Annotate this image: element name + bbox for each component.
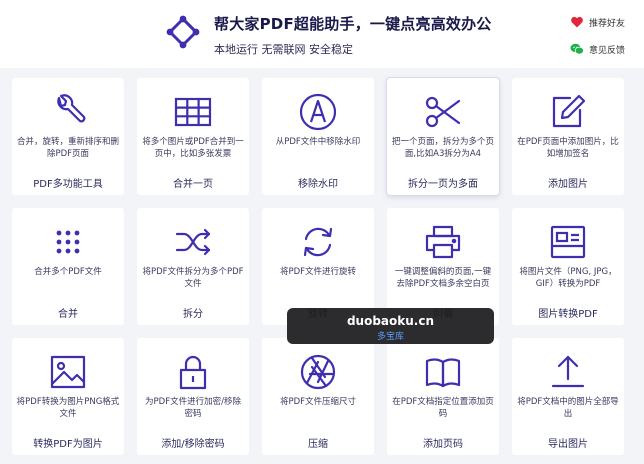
image-card-icon — [550, 225, 586, 259]
lock-icon — [179, 355, 207, 390]
feedback-label: 意见反馈 — [589, 45, 626, 56]
watermark-label: 多宝库 — [376, 332, 404, 342]
tool-grid: 合并，旋转，重新排序和删除PDF页面 PDF多功能工具 将多个图片或PDF合并到… — [12, 78, 624, 455]
app-subtitle: 本地运行 无需联网 安全稳定 — [214, 43, 353, 56]
tool-desc: 合并多个PDF文件 — [34, 267, 102, 277]
dots-grid-icon — [56, 230, 80, 254]
watermark-domain: duobaoku.cn — [346, 314, 435, 328]
aperture-icon — [300, 354, 336, 390]
feedback-button[interactable]: 意见反馈 — [570, 42, 625, 56]
tool-name: 添加图片 — [548, 179, 588, 190]
scissors-icon — [425, 96, 461, 128]
tool-desc: 在PDF页面中添加图片，比如增加签名 — [517, 137, 619, 159]
tool-desc: 合并，旋转，重新排序和删除PDF页面 — [16, 137, 119, 159]
tool-desc: 将PDF文档中的图片全部导出 — [517, 397, 619, 419]
tool-name: 合并 — [58, 309, 78, 320]
tool-card-image-to-pdf[interactable]: 将图片文件（PNG, JPG，GIF）转换为PDF 图片转换PDF — [512, 208, 624, 325]
recommend-friend-button[interactable]: 推荐好友 — [570, 15, 625, 29]
tool-name: 添加页码 — [423, 439, 463, 450]
tool-name: 导出图片 — [548, 439, 588, 450]
tool-desc: 将图片文件（PNG, JPG，GIF）转换为PDF — [519, 267, 617, 289]
remove-watermark-icon — [299, 93, 337, 131]
tool-card-password[interactable]: 为PDF文件进行加密/移除密码 添加/移除密码 — [137, 338, 249, 455]
tool-desc: 在PDF文档指定位置添加页码 — [392, 397, 494, 419]
tool-desc: 一键调整偏斜的页面,一键去除PDF文档多余空白页 — [394, 267, 492, 289]
tool-name: 合并一页 — [173, 179, 213, 190]
tool-card-merge[interactable]: 合并多个PDF文件 合并 — [12, 208, 124, 325]
edit-pen-icon — [552, 94, 586, 128]
tool-desc: 将PDF转换为图片PNG格式文件 — [16, 397, 120, 419]
tool-desc: 把一个页面，拆分为多个页面,比如A3拆分为A4 — [391, 137, 494, 159]
tool-name: 拆分一页为多面 — [408, 179, 478, 190]
watermark-overlay: duobaoku.cn 多宝库 — [287, 308, 494, 344]
open-book-icon — [425, 358, 461, 388]
tool-card-remove-watermark[interactable]: 从PDF文件中移除水印 移除水印 — [262, 78, 374, 195]
tool-name: 压缩 — [308, 439, 328, 450]
grid-table-icon — [174, 97, 212, 127]
tool-card-add-image[interactable]: 在PDF页面中添加图片，比如增加签名 添加图片 — [512, 78, 624, 195]
wechat-icon — [570, 43, 584, 55]
upload-arrow-icon — [551, 355, 585, 388]
tool-desc: 将PDF文件进行旋转 — [279, 267, 357, 277]
tool-name: PDF多功能工具 — [33, 179, 103, 190]
wrench-icon — [57, 94, 86, 123]
tool-name: 拆分 — [183, 309, 203, 320]
tool-card-export-images[interactable]: 将PDF文档中的图片全部导出 导出图片 — [512, 338, 624, 455]
network-diamond-icon — [166, 15, 200, 49]
tool-desc: 为PDF文件进行加密/移除密码 — [145, 397, 241, 419]
tool-name: 转换PDF为图片 — [33, 439, 103, 450]
tool-card-split-page[interactable]: 把一个页面，拆分为多个页面,比如A3拆分为A4 拆分一页为多面 — [387, 78, 499, 195]
tool-desc: 从PDF文件中移除水印 — [275, 137, 361, 147]
tool-name: 移除水印 — [298, 179, 338, 190]
tool-desc: 将多个图片或PDF合并到一页中，比如多张发票 — [142, 137, 244, 159]
picture-icon — [50, 355, 86, 389]
tool-desc: 将PDF文件拆分为多个PDF文件 — [142, 267, 244, 289]
shuffle-split-icon — [175, 228, 211, 256]
tool-card-split[interactable]: 将PDF文件拆分为多个PDF文件 拆分 — [137, 208, 249, 325]
tool-card-pdf-multi-tool[interactable]: 合并，旋转，重新排序和删除PDF页面 PDF多功能工具 — [12, 78, 124, 195]
heart-icon — [571, 16, 583, 28]
tool-card-compress[interactable]: 将PDF文件压缩尺寸 压缩 — [262, 338, 374, 455]
tool-name: 添加/移除密码 — [161, 439, 225, 450]
tool-name: 图片转换PDF — [538, 309, 598, 320]
recommend-friend-label: 推荐好友 — [589, 18, 626, 29]
tool-card-merge-one-page[interactable]: 将多个图片或PDF合并到一页中，比如多张发票 合并一页 — [137, 78, 249, 195]
app-title: 帮大家PDF超能助手，一键点亮高效办公 — [214, 15, 492, 33]
app-header: 帮大家PDF超能助手，一键点亮高效办公 本地运行 无需联网 安全稳定 推荐好友 … — [0, 0, 644, 68]
tool-desc: 将PDF文件压缩尺寸 — [279, 397, 357, 407]
tool-card-pdf-to-image[interactable]: 将PDF转换为图片PNG格式文件 转换PDF为图片 — [12, 338, 124, 455]
printer-icon — [425, 225, 461, 259]
tool-card-page-number[interactable]: 在PDF文档指定位置添加页码 添加页码 — [387, 338, 499, 455]
rotate-icon — [303, 227, 333, 257]
